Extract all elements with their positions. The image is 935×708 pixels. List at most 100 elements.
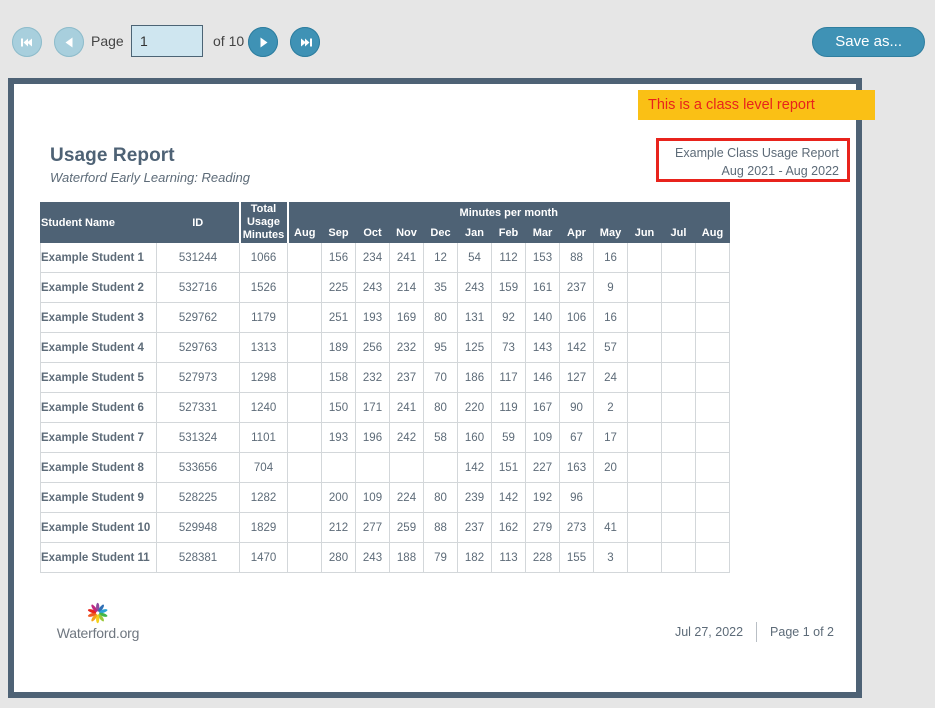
cell-total-usage-minutes: 1240 bbox=[239, 392, 288, 423]
cell-month-12 bbox=[695, 392, 730, 423]
cell-month-11 bbox=[661, 332, 696, 363]
cell-month-7: 109 bbox=[525, 422, 560, 453]
cell-student-id: 527973 bbox=[156, 362, 240, 393]
save-as-button[interactable]: Save as... bbox=[812, 27, 925, 57]
cell-month-12 bbox=[695, 242, 730, 273]
cell-month-1: 251 bbox=[321, 302, 356, 333]
page-label: Page bbox=[91, 33, 124, 49]
cell-month-9: 20 bbox=[593, 452, 628, 483]
cell-student-name: Example Student 8 bbox=[40, 452, 157, 483]
cell-month-6: 113 bbox=[491, 542, 526, 573]
cell-student-id: 529948 bbox=[156, 512, 240, 543]
cell-month-6: 159 bbox=[491, 272, 526, 303]
first-page-button[interactable] bbox=[12, 27, 42, 57]
cell-month-11 bbox=[661, 542, 696, 573]
cell-month-3: 241 bbox=[389, 242, 424, 273]
cell-month-6: 162 bbox=[491, 512, 526, 543]
cell-month-10 bbox=[627, 452, 662, 483]
report-page-sheet: Usage Report Waterford Early Learning: R… bbox=[14, 84, 856, 692]
class-level-report-callout: This is a class level report bbox=[638, 90, 875, 120]
report-page-of: Page 1 of 2 bbox=[770, 625, 834, 639]
col-header-month-9: May bbox=[593, 222, 628, 243]
cell-month-8: 88 bbox=[559, 242, 594, 273]
cell-month-4: 12 bbox=[423, 242, 458, 273]
cell-month-0 bbox=[287, 512, 322, 543]
cell-month-4: 35 bbox=[423, 272, 458, 303]
cell-month-8: 142 bbox=[559, 332, 594, 363]
cell-total-usage-minutes: 1313 bbox=[239, 332, 288, 363]
usage-table-body: Example Student 1 531244 1066 156 234 241 12 54… bbox=[40, 242, 730, 573]
cell-month-4: 80 bbox=[423, 392, 458, 423]
table-row: Example Student 6 527331 1240 150 171 241 80 22… bbox=[40, 392, 730, 423]
cell-student-id: 528225 bbox=[156, 482, 240, 513]
cell-month-5: 239 bbox=[457, 482, 492, 513]
cell-month-0 bbox=[287, 452, 322, 483]
cell-month-3: 188 bbox=[389, 542, 424, 573]
cell-month-7: 192 bbox=[525, 482, 560, 513]
cell-student-id: 531244 bbox=[156, 242, 240, 273]
cell-student-id: 528381 bbox=[156, 542, 240, 573]
col-header-month-10: Jun bbox=[627, 222, 662, 243]
cell-month-8: 163 bbox=[559, 452, 594, 483]
cell-month-2: 256 bbox=[355, 332, 390, 363]
cell-month-7: 146 bbox=[525, 362, 560, 393]
cell-total-usage-minutes: 1282 bbox=[239, 482, 288, 513]
next-page-button[interactable] bbox=[248, 27, 278, 57]
col-header-total-line2: Usage bbox=[246, 216, 281, 228]
page-number-input[interactable] bbox=[131, 25, 203, 57]
cell-month-12 bbox=[695, 482, 730, 513]
cell-month-8: 155 bbox=[559, 542, 594, 573]
skip-to-first-icon bbox=[20, 37, 35, 48]
cell-month-0 bbox=[287, 482, 322, 513]
cell-month-2: 243 bbox=[355, 542, 390, 573]
cell-month-7: 228 bbox=[525, 542, 560, 573]
cell-month-0 bbox=[287, 542, 322, 573]
cell-month-1: 200 bbox=[321, 482, 356, 513]
cell-month-5: 237 bbox=[457, 512, 492, 543]
cell-month-10 bbox=[627, 302, 662, 333]
table-row: Example Student 11 528381 1470 280 243 188 79 1… bbox=[40, 542, 730, 573]
col-header-id: ID bbox=[156, 202, 240, 243]
col-header-month-11: Jul bbox=[661, 222, 696, 243]
cell-month-4: 80 bbox=[423, 302, 458, 333]
cell-month-3: 241 bbox=[389, 392, 424, 423]
cell-month-10 bbox=[627, 542, 662, 573]
cell-month-3: 224 bbox=[389, 482, 424, 513]
report-title: Usage Report bbox=[50, 145, 175, 166]
cell-month-11 bbox=[661, 242, 696, 273]
cell-month-9: 16 bbox=[593, 302, 628, 333]
cell-month-0 bbox=[287, 392, 322, 423]
table-row: Example Student 4 529763 1313 189 256 232 95 12… bbox=[40, 332, 730, 363]
previous-page-button[interactable] bbox=[54, 27, 84, 57]
cell-month-7: 161 bbox=[525, 272, 560, 303]
cell-total-usage-minutes: 1101 bbox=[239, 422, 288, 453]
pager-toolbar: Page of 10 Save as... bbox=[0, 0, 935, 76]
cell-month-4: 80 bbox=[423, 482, 458, 513]
col-header-total-line3: Minutes bbox=[242, 229, 285, 241]
skip-to-last-icon bbox=[298, 37, 313, 48]
last-page-button[interactable] bbox=[290, 27, 320, 57]
cell-month-8: 67 bbox=[559, 422, 594, 453]
cell-month-8: 106 bbox=[559, 302, 594, 333]
waterford-starburst-logo-icon bbox=[88, 602, 108, 624]
col-header-month-12: Aug bbox=[695, 222, 730, 243]
cell-month-3: 169 bbox=[389, 302, 424, 333]
cell-month-0 bbox=[287, 422, 322, 453]
cell-month-2 bbox=[355, 452, 390, 483]
cell-month-6: 142 bbox=[491, 482, 526, 513]
cell-month-4: 88 bbox=[423, 512, 458, 543]
cell-month-5: 142 bbox=[457, 452, 492, 483]
col-header-total-line1: Total bbox=[250, 203, 277, 215]
cell-month-6: 112 bbox=[491, 242, 526, 273]
cell-student-name: Example Student 6 bbox=[40, 392, 157, 423]
cell-total-usage-minutes: 704 bbox=[239, 452, 288, 483]
col-header-month-6: Feb bbox=[491, 222, 526, 243]
cell-month-5: 182 bbox=[457, 542, 492, 573]
col-header-month-8: Apr bbox=[559, 222, 594, 243]
cell-month-7: 140 bbox=[525, 302, 560, 333]
cell-month-5: 186 bbox=[457, 362, 492, 393]
cell-month-12 bbox=[695, 362, 730, 393]
cell-month-8: 90 bbox=[559, 392, 594, 423]
cell-month-12 bbox=[695, 512, 730, 543]
cell-month-1: 158 bbox=[321, 362, 356, 393]
